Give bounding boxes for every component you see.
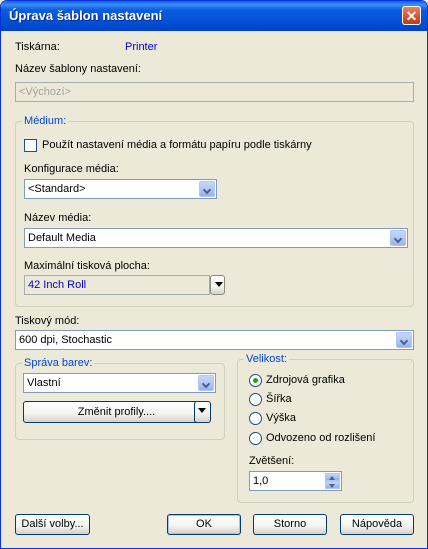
radio-width-label: Šířka [266,393,292,405]
color-management-value: Vlastní [27,377,61,389]
color-management-select[interactable]: Vlastní [23,373,216,393]
media-name-value: Default Media [28,232,96,244]
more-options-button[interactable]: Další volby... [15,514,90,535]
media-name-label: Název média: [24,212,92,224]
media-config-label: Konfigurace média: [24,163,119,175]
color-management-group-title: Správa barev: [22,357,95,369]
radio-width[interactable] [249,393,262,406]
media-config-select[interactable]: <Standard> [24,179,217,199]
zoom-spinner[interactable]: 1,0 [249,471,342,491]
close-button[interactable]: ✕ [402,6,421,25]
radio-source-graphic-label: Zdrojová grafika [266,374,345,386]
ok-label: OK [196,518,212,530]
arrow-down-icon [211,276,224,294]
cancel-label: Storno [273,518,307,530]
max-print-area-label: Maximální tisková plocha: [24,260,150,272]
chevron-down-icon[interactable] [199,181,215,197]
help-label: Nápověda [351,518,403,530]
use-printer-settings-label: Použít nastavení média a formátu papíru … [42,139,312,151]
zoom-value: 1,0 [253,475,269,487]
print-mode-select[interactable]: 600 dpi, Stochastic [15,330,414,350]
cancel-button[interactable]: Storno [253,514,327,535]
radio-height-label: Výška [266,412,296,424]
help-button[interactable]: Nápověda [340,514,414,535]
print-mode-label: Tiskový mód: [15,315,80,327]
max-print-area-field: 42 Inch Roll [24,275,210,295]
arrow-down-icon [194,402,210,422]
media-group-title: Médium: [22,115,69,127]
ok-button[interactable]: OK [167,514,241,535]
radio-height[interactable] [249,412,262,425]
size-group-title: Velikost: [244,353,289,365]
dialog-window: Úprava šablon nastavení ✕ Tiskárna: Prin… [0,0,428,549]
media-name-select[interactable]: Default Media [24,228,408,248]
change-profiles-button[interactable]: Změnit profily.... [23,401,210,423]
change-profiles-label: Změnit profily.... [77,406,156,418]
more-options-label: Další volby... [21,518,84,530]
printer-value: Printer [125,41,158,53]
change-profiles-dropdown-button[interactable] [194,401,211,423]
media-config-value: <Standard> [28,183,86,195]
template-name-label: Název šablony nastavení: [15,63,141,75]
max-print-area-value: 42 Inch Roll [28,279,87,291]
window-title: Úprava šablon nastavení [9,8,163,23]
radio-resolution-label: Odvozeno od rozlišení [266,432,376,444]
printer-label: Tiskárna: [15,41,60,53]
zoom-label: Zvětšení: [249,455,295,467]
max-print-area-dropdown-button[interactable] [210,275,225,295]
chevron-down-icon[interactable] [396,332,412,348]
template-name-placeholder: <Výchozí> [19,86,71,98]
chevron-down-icon[interactable] [390,230,406,246]
chevron-down-icon[interactable] [198,375,214,391]
title-bar[interactable]: Úprava šablon nastavení ✕ [1,1,427,31]
radio-source-graphic[interactable] [249,374,262,387]
print-mode-value: 600 dpi, Stochastic [19,334,112,346]
template-name-field[interactable]: <Výchozí> [15,82,414,102]
spinner-icon[interactable] [325,473,340,489]
radio-resolution[interactable] [249,432,262,445]
close-icon: ✕ [405,8,418,24]
use-printer-settings-checkbox[interactable] [24,139,37,152]
